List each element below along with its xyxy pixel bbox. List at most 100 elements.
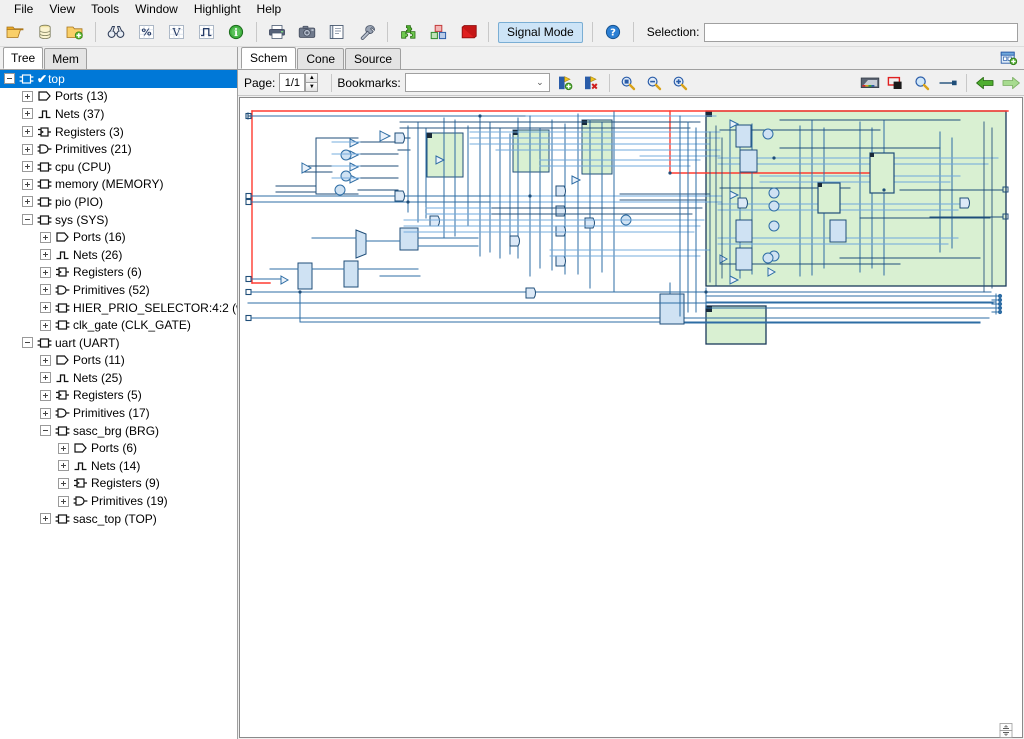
zoom-fit-icon[interactable] [616,72,640,94]
tree-collapse-icon[interactable] [40,425,51,437]
v-icon[interactable]: V [163,20,189,44]
scroll-thumb-icon[interactable] [996,723,1016,738]
binoculars-icon[interactable] [103,20,129,44]
tree-expand-icon[interactable] [58,477,69,489]
wrench-icon[interactable] [354,20,380,44]
tree-item[interactable]: cpu (CPU) [0,158,237,176]
menu-item-window[interactable]: Window [127,0,186,18]
waveform-icon[interactable] [193,20,219,44]
tree-item[interactable]: Registers (5) [0,387,237,405]
tree-expand-icon[interactable] [40,354,51,366]
tree-expand-icon[interactable] [58,442,69,454]
tree-item[interactable]: Registers (9) [0,475,237,493]
tree-item[interactable]: clk_gate (CLK_GATE) [0,316,237,334]
tree-check-icon[interactable]: ✔ [37,72,47,86]
tab-schem[interactable]: Schem [241,47,297,69]
tree-item[interactable]: Primitives (21) [0,140,237,158]
tree-expand-icon[interactable] [22,178,33,190]
tree-item[interactable]: Primitives (19) [0,492,237,510]
tree-expand-icon[interactable] [40,302,51,314]
tree-expand-icon[interactable] [40,372,51,384]
menu-item-highlight[interactable]: Highlight [186,0,249,18]
tree-expand-icon[interactable] [40,284,51,296]
blocks-icon[interactable] [425,20,451,44]
tree-item[interactable]: sasc_top (TOP) [0,510,237,528]
highlight-box-icon[interactable] [884,72,908,94]
trace-net-icon[interactable] [936,72,960,94]
tree-item[interactable]: sasc_brg (BRG) [0,422,237,440]
tree-collapse-icon[interactable] [4,73,15,85]
tree-item[interactable]: Ports (11) [0,352,237,370]
menu-item-view[interactable]: View [41,0,83,18]
page-stepper-down[interactable]: ▼ [305,82,319,92]
tree-expand-icon[interactable] [58,460,69,472]
database-icon[interactable] [32,20,58,44]
tree-expand-icon[interactable] [40,319,51,331]
color-legend-icon[interactable] [858,72,882,94]
tree-item[interactable]: Nets (14) [0,457,237,475]
back-arrow-icon[interactable] [973,72,997,94]
tree-item[interactable]: Registers (3) [0,123,237,141]
selection-input[interactable] [704,22,1018,42]
signal-mode-button[interactable]: Signal Mode [498,21,583,43]
tree-expand-icon[interactable] [40,231,51,243]
tree-item[interactable]: HIER_PRIO_SELECTOR:4:2 (wide_3 [0,299,237,317]
tree-expand-icon[interactable] [22,196,33,208]
tree-expand-icon[interactable] [40,407,51,419]
tree-expand-icon[interactable] [40,389,51,401]
add-folder-icon[interactable] [62,20,88,44]
tree-item[interactable]: Ports (6) [0,439,237,457]
tree-item[interactable]: Primitives (17) [0,404,237,422]
tree-expand-icon[interactable] [40,513,51,525]
info-icon[interactable]: i [223,20,249,44]
tree-item[interactable]: Ports (16) [0,228,237,246]
tab-tree[interactable]: Tree [3,47,44,69]
tree-expand-icon[interactable] [40,266,51,278]
tree-expand-icon[interactable] [22,143,33,155]
tree-expand-icon[interactable] [58,495,69,507]
tree-expand-icon[interactable] [22,161,33,173]
open-folder-icon[interactable] [2,20,28,44]
tree-item[interactable]: memory (MEMORY) [0,176,237,194]
tree-expand-icon[interactable] [22,108,33,120]
tree-item[interactable]: Ports (13) [0,88,237,106]
delete-bookmark-icon[interactable] [579,72,603,94]
chevron-down-icon[interactable]: ⌄ [533,77,547,88]
hierarchy-tree[interactable]: ✔ top Ports (13) Nets (37) Registers (3) Prim… [0,70,237,739]
add-bookmark-icon[interactable] [553,72,577,94]
tree-item[interactable]: ✔ top [0,70,237,88]
tree-item[interactable]: pio (PIO) [0,193,237,211]
tab-mem[interactable]: Mem [44,48,87,69]
bookmarks-combobox[interactable]: ⌄ [404,73,550,92]
schematic-canvas[interactable] [239,97,1023,738]
tree-item[interactable]: Nets (26) [0,246,237,264]
tree-item[interactable]: Nets (37) [0,105,237,123]
tree-item[interactable]: Nets (25) [0,369,237,387]
puzzle-green-icon[interactable] [395,20,421,44]
tree-expand-icon[interactable] [22,90,33,102]
tab-source[interactable]: Source [345,48,402,69]
percent-icon[interactable]: % [133,20,159,44]
new-window-icon[interactable] [998,48,1020,68]
zoom-in-icon[interactable] [668,72,692,94]
tree-collapse-icon[interactable] [22,337,33,349]
menu-item-file[interactable]: File [6,0,41,18]
camera-icon[interactable] [294,20,320,44]
tree-collapse-icon[interactable] [22,214,33,226]
tree-item[interactable]: Registers (6) [0,264,237,282]
note-icon[interactable] [324,20,350,44]
tree-item[interactable]: uart (UART) [0,334,237,352]
page-stepper[interactable]: ▲ ▼ [305,73,319,92]
tab-cone[interactable]: Cone [297,48,345,69]
tree-item[interactable]: Primitives (52) [0,281,237,299]
zoom-out-icon[interactable] [642,72,666,94]
print-icon[interactable] [264,20,290,44]
tree-item[interactable]: sys (SYS) [0,211,237,229]
tree-expand-icon[interactable] [22,126,33,138]
question-circle-icon[interactable]: ? [600,20,626,44]
page-value[interactable]: 1/1 [279,73,306,92]
menu-item-tools[interactable]: Tools [83,0,127,18]
tree-expand-icon[interactable] [40,249,51,261]
search-schematic-icon[interactable] [910,72,934,94]
menu-item-help[interactable]: Help [249,0,290,18]
